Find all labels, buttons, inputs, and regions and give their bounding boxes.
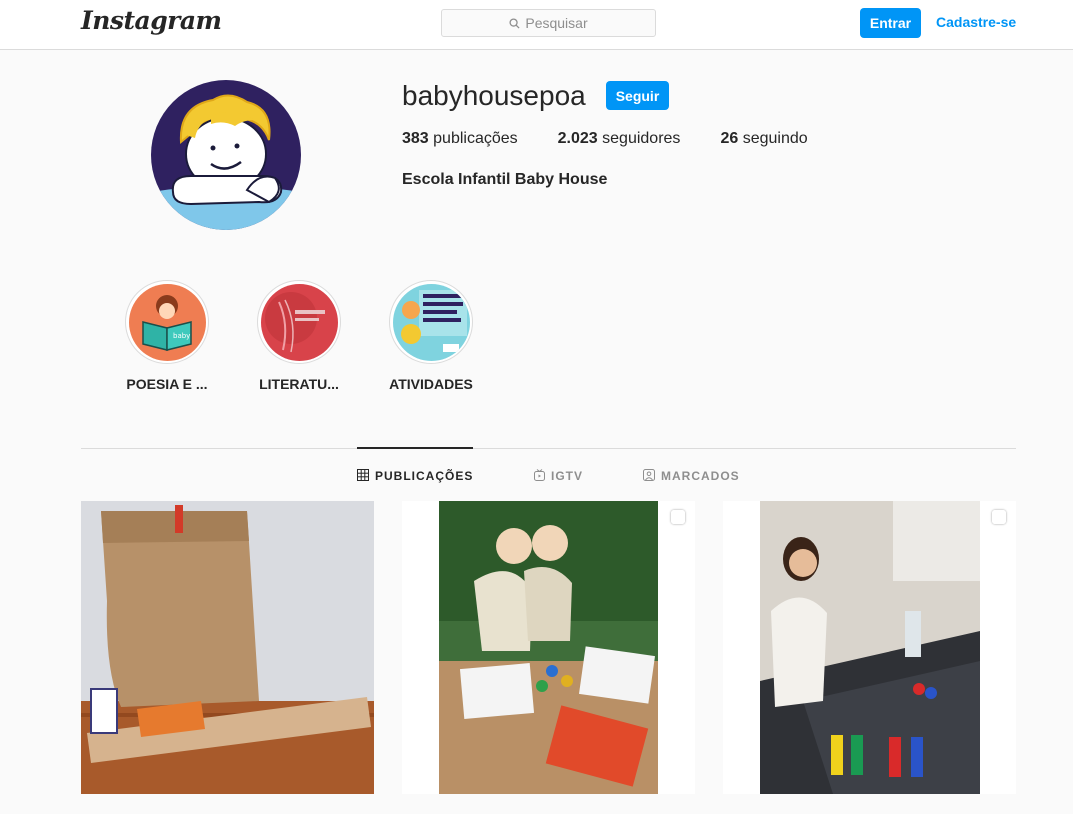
tab-label: PUBLICAÇÕES xyxy=(375,469,474,483)
tabs-divider xyxy=(81,448,1016,449)
following-label: seguindo xyxy=(742,130,808,147)
grid-icon xyxy=(357,468,369,484)
profile-avatar[interactable] xyxy=(151,80,301,230)
highlight-ring xyxy=(257,280,341,364)
search-placeholder: Pesquisar xyxy=(525,15,588,31)
active-tab-indicator xyxy=(357,447,473,449)
tab-marcados[interactable]: MARCADOS xyxy=(643,467,740,485)
highlight-cover xyxy=(392,283,470,361)
highlight-ring: baby xyxy=(125,280,209,364)
profile-stats: 383 publicações 2.023 seguidores 26 segu… xyxy=(402,130,848,148)
profile-full-name: Escola Infantil Baby House xyxy=(402,171,608,188)
highlight-label: LITERATU... xyxy=(259,376,339,392)
highlight-ring xyxy=(389,280,473,364)
signup-link[interactable]: Cadastre-se xyxy=(936,14,1016,30)
posts-label: publicações xyxy=(433,130,518,147)
tab-label: MARCADOS xyxy=(661,469,740,483)
carousel-icon xyxy=(671,510,685,524)
login-button[interactable]: Entrar xyxy=(860,8,921,38)
igtv-icon xyxy=(534,468,545,484)
tab-igtv[interactable]: IGTV xyxy=(534,467,583,485)
following-count: 26 xyxy=(720,130,739,147)
followers-stat[interactable]: 2.023 seguidores xyxy=(558,130,681,148)
search-input[interactable]: Pesquisar xyxy=(441,9,656,37)
tagged-icon xyxy=(643,468,655,484)
highlight-cover xyxy=(260,283,338,361)
profile-username: babyhousepoa xyxy=(402,80,586,111)
posts-count: 383 xyxy=(402,130,429,147)
post-thumbnail[interactable] xyxy=(81,501,374,794)
highlight-literatura[interactable]: LITERATU... xyxy=(249,280,349,392)
highlight-label: ATIVIDADES xyxy=(389,376,473,392)
post-thumbnail[interactable] xyxy=(402,501,695,794)
following-stat[interactable]: 26 seguindo xyxy=(720,130,807,148)
carousel-icon xyxy=(992,510,1006,524)
followers-count: 2.023 xyxy=(557,130,598,147)
highlight-cover: baby xyxy=(128,283,206,361)
highlight-atividades[interactable]: ATIVIDADES xyxy=(381,280,481,392)
instagram-logo[interactable]: Instagram xyxy=(81,6,222,35)
post-image xyxy=(723,501,1016,794)
tab-label: IGTV xyxy=(551,469,584,483)
posts-stat: 383 publicações xyxy=(402,130,518,148)
top-nav: Instagram Pesquisar Entrar Cadastre-se xyxy=(0,0,1073,50)
post-image xyxy=(402,501,695,794)
post-thumbnail[interactable] xyxy=(723,501,1016,794)
follow-button[interactable]: Seguir xyxy=(606,81,669,110)
highlight-label: POESIA E ... xyxy=(126,376,208,392)
tab-publicacoes[interactable]: PUBLICAÇÕES xyxy=(357,467,473,485)
followers-label: seguidores xyxy=(602,130,681,147)
highlight-poesia[interactable]: baby POESIA E ... xyxy=(117,280,217,392)
svg-text:baby: baby xyxy=(173,332,190,340)
search-icon xyxy=(509,17,520,29)
post-image xyxy=(81,501,374,794)
